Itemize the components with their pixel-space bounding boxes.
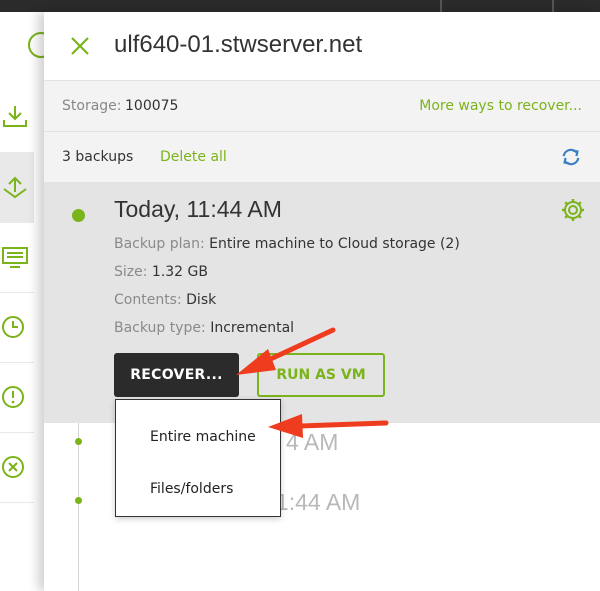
detail-backup-type: Backup type: Incremental bbox=[114, 320, 294, 336]
more-ways-to-recover-link[interactable]: More ways to recover... bbox=[419, 98, 582, 114]
top-window-bar bbox=[0, 0, 600, 12]
detail-key: Backup type: bbox=[114, 320, 206, 336]
gear-icon[interactable] bbox=[560, 197, 586, 223]
delete-all-link[interactable]: Delete all bbox=[160, 149, 227, 165]
sidebar-item-alerts[interactable] bbox=[0, 362, 34, 433]
detail-key: Size: bbox=[114, 264, 148, 280]
detail-value: 1.32 GB bbox=[151, 264, 208, 280]
top-bar-divider bbox=[440, 0, 442, 12]
top-bar-divider bbox=[552, 0, 554, 12]
timeline-dot bbox=[75, 438, 82, 445]
panel-header: ulf640-01.stwserver.net bbox=[44, 12, 600, 81]
backup-time[interactable]: 4 AM bbox=[286, 429, 338, 456]
timeline-dot bbox=[75, 497, 82, 504]
menu-item-label: Files/folders bbox=[150, 481, 234, 497]
backups-count: 3 backups bbox=[62, 149, 134, 165]
alert-icon bbox=[2, 386, 24, 408]
close-icon[interactable] bbox=[68, 34, 92, 58]
app-sidebar bbox=[0, 12, 54, 591]
backup-time: Today, 11:44 AM bbox=[114, 196, 282, 222]
detail-contents: Contents: Disk bbox=[114, 292, 216, 308]
detail-backup-plan: Backup plan: Entire machine to Cloud sto… bbox=[114, 236, 460, 252]
run-as-vm-button[interactable]: RUN AS VM bbox=[257, 353, 385, 397]
sidebar-top bbox=[0, 12, 54, 82]
menu-item-files-folders[interactable]: Files/folders bbox=[116, 469, 280, 509]
detail-value: Incremental bbox=[210, 320, 295, 336]
detail-size: Size: 1.32 GB bbox=[114, 264, 208, 280]
device-list-icon bbox=[2, 247, 28, 268]
refresh-icon[interactable] bbox=[560, 146, 582, 168]
sidebar-item-errors[interactable] bbox=[0, 432, 34, 503]
sidebar-item-install[interactable] bbox=[0, 82, 34, 153]
recover-button[interactable]: RECOVER... bbox=[114, 353, 239, 397]
detail-key: Backup plan: bbox=[114, 236, 205, 252]
backups-row: 3 backups Delete all bbox=[44, 132, 600, 183]
timeline-dot bbox=[72, 209, 85, 222]
error-x-icon bbox=[2, 456, 24, 478]
menu-item-entire-machine[interactable]: Entire machine bbox=[116, 417, 280, 457]
page-title: ulf640-01.stwserver.net bbox=[114, 31, 363, 58]
backup-entry-selected[interactable]: Today, 11:44 AM Backup plan: Entire mach… bbox=[44, 183, 600, 423]
menu-item-label: Entire machine bbox=[150, 429, 256, 445]
download-icon bbox=[3, 106, 27, 127]
storage-row: Storage: 100075 More ways to recover... bbox=[44, 81, 600, 132]
sidebar-item-history[interactable] bbox=[0, 292, 34, 363]
backup-details-panel: ulf640-01.stwserver.net Storage: 100075 … bbox=[44, 12, 600, 591]
upload-recover-icon bbox=[3, 176, 27, 199]
sidebar-item-machines[interactable] bbox=[0, 222, 34, 293]
detail-value: Entire machine to Cloud storage (2) bbox=[209, 236, 460, 252]
clock-icon bbox=[2, 316, 24, 338]
storage-label: Storage: bbox=[62, 98, 122, 114]
storage-value: 100075 bbox=[125, 98, 179, 114]
detail-value: Disk bbox=[186, 292, 217, 308]
detail-key: Contents: bbox=[114, 292, 182, 308]
sidebar-item-recovery[interactable] bbox=[0, 152, 34, 223]
recover-dropdown-menu: Entire machine Files/folders bbox=[115, 399, 281, 517]
